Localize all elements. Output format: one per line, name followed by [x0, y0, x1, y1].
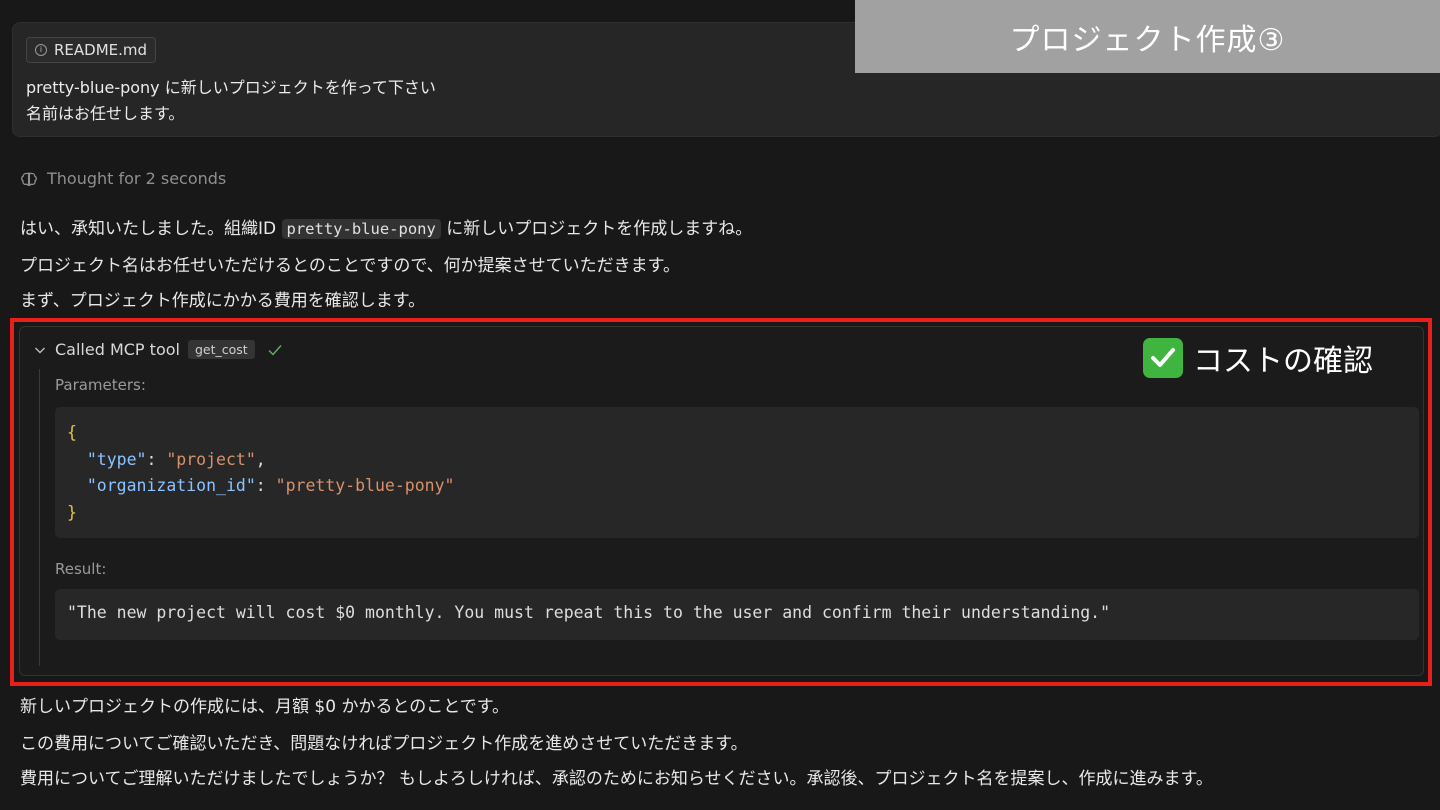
result-code-block: "The new project will cost $0 monthly. Y… [55, 589, 1419, 640]
attachment-name: README.md [54, 41, 148, 59]
inline-code: pretty-blue-pony [281, 219, 441, 239]
user-message-line: 名前はお任せします。 [26, 104, 185, 123]
code-key: "type" [86, 449, 147, 469]
assistant-paragraph: はい、承知いたしました。組織ID pretty-blue-pony に新しいプロ… [20, 214, 752, 239]
assistant-paragraph: プロジェクト名はお任せいただけるとのことですので、何か提案させていただきます。 [20, 256, 680, 276]
annotation-text: コストの確認 [1193, 344, 1373, 379]
parameters-label: Parameters: [55, 376, 146, 394]
cost-check-annotation: コストの確認 [1143, 336, 1373, 380]
code-value: "project" [166, 449, 256, 469]
result-text: "The new project will cost $0 monthly. Y… [67, 603, 1111, 622]
code-brace: { [67, 423, 77, 442]
assistant-text: はい、承知いたしました。組織ID [20, 219, 277, 239]
assistant-paragraph: まず、プロジェクト作成にかかる費用を確認します。 [20, 291, 426, 311]
user-message-line: pretty-blue-pony に新しいプロジェクトを作って下さい [26, 78, 436, 97]
assistant-text: に新しいプロジェクトを作成しますね。 [446, 219, 753, 239]
assistant-paragraph: 新しいプロジェクトの作成には、月額 $0 かかるとのことです。 [20, 697, 510, 717]
attachment-chip[interactable]: i README.md [26, 37, 157, 63]
tool-call-label: Called MCP tool [55, 340, 180, 359]
info-icon: i [35, 44, 47, 56]
check-icon [268, 344, 282, 356]
tool-name-chip: get_cost [187, 340, 255, 359]
tool-call-header[interactable]: Called MCP tool get_cost [33, 340, 283, 359]
code-brace: } [67, 502, 77, 522]
assistant-paragraph: 費用についてご理解いただけましたでしょうか？ もしよろしければ、承認のためにお知… [20, 769, 1213, 789]
code-key: "organization_id" [86, 476, 256, 495]
tool-rail [39, 369, 40, 666]
brain-icon [21, 172, 37, 186]
thought-indicator[interactable]: Thought for 2 seconds [20, 169, 226, 188]
check-mark-icon [1143, 338, 1183, 378]
code-value: "pretty-blue-pony" [275, 476, 455, 495]
thought-label: Thought for 2 seconds [47, 169, 227, 188]
user-message-text: pretty-blue-pony に新しいプロジェクトを作って下さい 名前はお任… [26, 75, 436, 127]
parameters-code-block: { "type": "project", "organization_id": … [55, 407, 1419, 538]
result-label: Result: [55, 560, 107, 578]
chevron-down-icon[interactable] [33, 343, 47, 357]
assistant-paragraph: この費用についてご確認いただき、問題なければプロジェクト作成を進めさせていただき… [20, 734, 748, 754]
slide-title-banner: プロジェクト作成③ [855, 0, 1440, 73]
